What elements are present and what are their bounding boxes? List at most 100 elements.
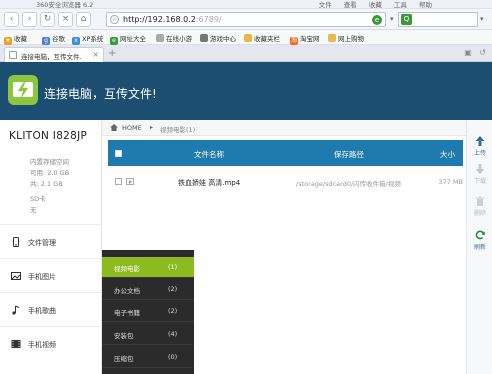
bookmark-google[interactable]: g 谷歌 [42,33,65,45]
image-icon [11,272,21,280]
app-header: 连接电脑，互传文件! [0,62,492,120]
breadcrumb-home[interactable]: HOME [122,124,142,132]
home-icon [110,124,118,131]
breadcrumb: HOME ▸ 视频电影(1) [102,120,466,136]
storage-available: 可用: 2.0 GB [30,169,70,177]
sidebar-item-music[interactable]: 手机歌曲 [0,292,102,326]
download-button[interactable]: 下载 [467,164,492,192]
tab-list-icon[interactable]: ▣ [464,48,472,57]
storage-title: 内置存储空间 [30,158,69,166]
tab-label: 连接电脑，互传文件. [21,53,82,61]
device-panel: KLITON I828JP 内置存储空间 可用: 2.0 GB 共: 2.1 G… [0,120,102,374]
file-path: /storage/sdcard0/闪传收件箱/视频 [296,180,401,188]
menu-favorites[interactable]: 收藏 [369,1,382,9]
play-icon[interactable] [126,178,134,185]
page-icon [9,51,17,59]
sidebar-item-label: 文件管理 [28,239,56,247]
browser-titlebar: 360安全浏览器 6.2 文件 查看 收藏 工具 帮助 [0,0,492,9]
category-menu: 视频电影 (1) 办公文档 (2) 电子书籍 (2) 安装包 (4) 压缩包 (… [102,250,194,374]
trash-icon [476,196,484,206]
sidebar-item-label: 手机图片 [28,273,56,281]
address-dropdown-icon[interactable]: ▾ [390,15,394,23]
table-row[interactable]: 铁血娇娃 高清.mp4 /storage/sdcard0/闪传收件箱/视频 37… [108,172,463,192]
browser-menubar: 文件 查看 收藏 工具 帮助 [309,0,432,9]
shop-icon [328,34,336,42]
stop-icon[interactable]: × [58,12,73,27]
bookmark-shopping[interactable]: 网上购物 [328,33,364,43]
search-go-icon[interactable]: ▾ [480,15,484,23]
browser-tab[interactable]: 连接电脑，互传文件. × [4,47,104,62]
breadcrumb-current: 视频电影(1) [160,126,196,134]
download-icon [475,164,485,174]
new-tab-icon[interactable]: + [108,48,116,59]
transfer-logo-icon [8,75,38,105]
tab-strip: 连接电脑，互传文件. × + ▣ ↺ [0,45,492,62]
row-checkbox[interactable] [115,178,122,185]
sidebar-item-files[interactable]: 文件管理 [0,224,102,258]
nav-icon: e [110,37,118,45]
refresh-button[interactable]: 刷新 [467,230,492,258]
refresh-icon[interactable]: ↻ [40,12,55,27]
browser-engine-icon[interactable]: e [372,15,382,25]
column-size[interactable]: 大小 [440,149,455,160]
google-icon: g [42,37,50,45]
bookmark-gamecenter[interactable]: 游戏中心 [200,33,236,43]
menu-view[interactable]: 查看 [344,1,357,9]
upload-button[interactable]: 上传 [467,136,492,164]
sidebar-item-videos[interactable]: 手机视频 [0,326,102,360]
browser-title: 360安全浏览器 6.2 [36,1,94,9]
table-header: 文件名称 保存路径 大小 [108,140,463,166]
menu-tools[interactable]: 工具 [394,1,407,9]
bookmark-xp[interactable]: x XP系统 [72,33,103,45]
back-icon[interactable]: ‹ [4,12,19,27]
folder-icon [244,34,252,42]
menu-file[interactable]: 文件 [319,1,332,9]
delete-button[interactable]: 删除 [467,196,492,224]
bookmark-minigame[interactable]: 在线小游 [156,33,192,43]
shield-icon: ✓ [110,15,119,24]
sd-label: SD卡 [30,195,46,203]
storage-total: 共: 2.1 GB [30,180,63,188]
tab-close-icon[interactable]: × [92,50,99,59]
category-ebooks[interactable]: 电子书籍 (2) [102,301,194,322]
select-all-checkbox[interactable] [115,150,122,157]
forward-icon[interactable]: › [22,12,37,27]
file-name[interactable]: 铁血娇娃 高清.mp4 [178,178,240,188]
sidebar-item-pictures[interactable]: 手机图片 [0,258,102,292]
breadcrumb-separator-icon: ▸ [150,124,154,131]
film-icon [11,340,21,348]
category-documents[interactable]: 办公文档 (2) [102,279,194,300]
search-engine-icon[interactable]: Q [401,14,412,25]
column-name[interactable]: 文件名称 [194,149,224,160]
tab-tools: ▣ ↺ [459,48,486,57]
xp-icon: x [72,37,80,45]
category-apk[interactable]: 安装包 (4) [102,324,194,345]
game-icon [156,34,164,42]
upload-icon [475,136,485,146]
music-icon [12,305,20,315]
sidebar-item-label: 手机视频 [28,341,56,349]
refresh-icon [475,230,485,240]
star-icon: ★ [4,37,12,45]
category-archives[interactable]: 压缩包 (0) [102,347,194,368]
sd-value: 无 [30,206,37,214]
bookmark-favorites[interactable]: ★ 收藏 [4,33,27,45]
column-path[interactable]: 保存路径 [334,149,364,160]
bookmark-nav[interactable]: e 网址大全 [110,33,146,45]
bookmark-taobao[interactable]: 淘淘宝网 [290,33,320,45]
bookmark-folder[interactable]: 收藏夹栏 [244,33,280,43]
device-name: KLITON I828JP [9,130,88,142]
home-icon[interactable]: ⌂ [76,12,91,27]
taobao-icon: 淘 [290,37,298,45]
sidebar-item-label: 手机歌曲 [28,307,56,315]
menu-help[interactable]: 帮助 [419,1,432,9]
browser-navbar: ‹ › ↻ × ⌂ ✓ http://192.168.0.2:6789/ e ▾… [0,9,492,30]
address-url[interactable]: http://192.168.0.2:6789/ [123,15,222,24]
tab-restore-icon[interactable]: ↺ [479,48,486,57]
gamepad-icon [200,34,208,42]
category-video[interactable]: 视频电影 (1) [102,257,194,278]
search-box[interactable]: Q [398,12,478,27]
action-toolbar: 上传 下载 删除 刷新 [466,120,492,374]
address-bar[interactable]: ✓ http://192.168.0.2:6789/ e [106,12,386,27]
app-headline: 连接电脑，互传文件! [44,87,157,101]
